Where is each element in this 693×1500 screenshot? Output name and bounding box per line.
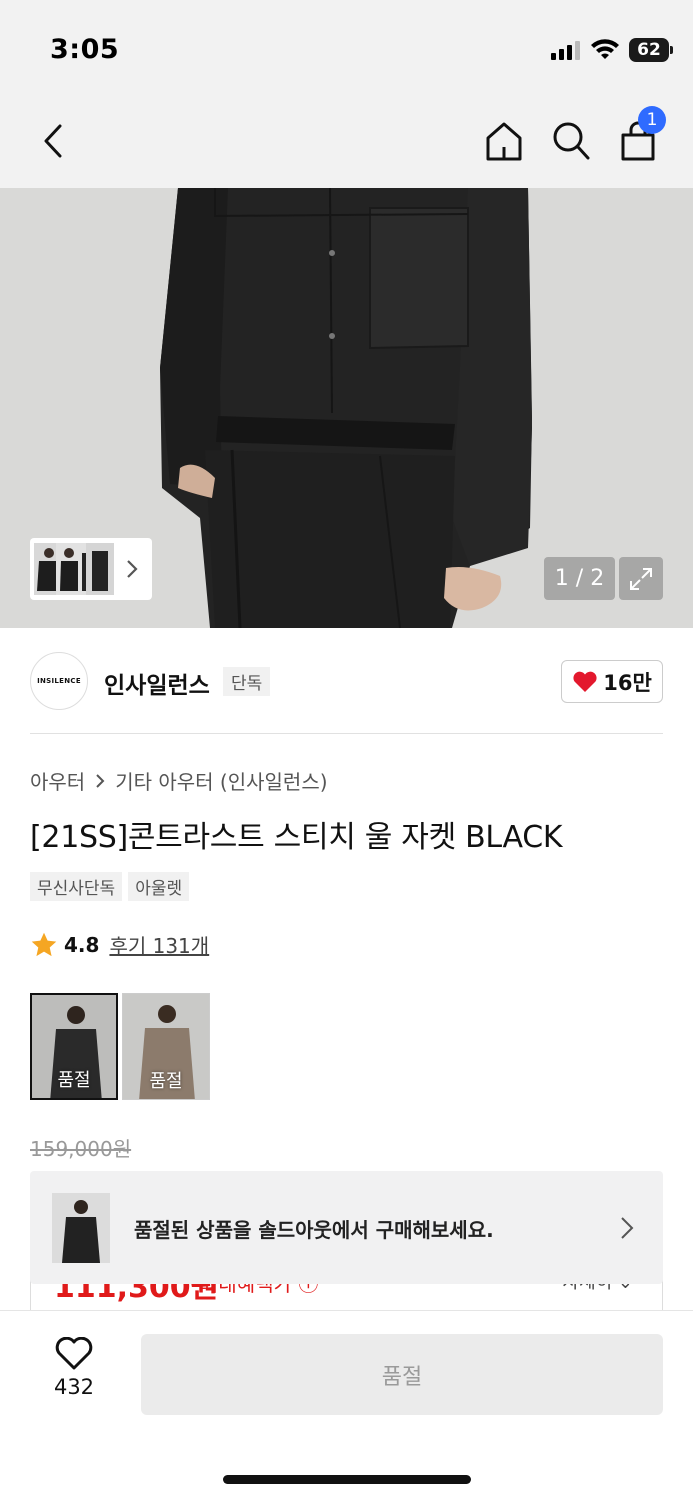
resale-thumbnail [52,1193,110,1263]
signal-icon [551,41,580,60]
product-tag: 무신사단독 [30,872,123,901]
top-nav: 1 [0,92,693,188]
status-bar: 3:05 62 [0,0,693,92]
brand-row: INSILENCE 인사일런스 단독 16만 [30,650,663,712]
breadcrumb-subcategory[interactable]: 기타 아우터 (인사일런스) [115,766,327,795]
chevron-right-icon [621,1217,634,1239]
product-title: [21SS]콘트라스트 스티치 울 자켓 BLACK [30,820,563,855]
divider [30,733,663,734]
chevron-right-icon [127,560,138,578]
original-price: 159,000원 [30,1137,132,1161]
brand-like-button[interactable]: 16만 [561,660,663,703]
brand-exclusive-tag: 단독 [223,667,271,696]
brand-name[interactable]: 인사일런스 [104,666,210,700]
chevron-right-icon [96,773,105,788]
brand-like-count: 16만 [603,670,652,695]
review-link[interactable]: 후기 131개 [109,930,209,959]
soldout-label: 품절 [149,1071,183,1092]
home-icon [486,122,522,161]
brand-logo[interactable]: INSILENCE [30,652,88,710]
breadcrumb: 아우터 기타 아우터 (인사일런스) [30,766,328,795]
resale-text: 품절된 상품을 솔드아웃에서 구매해보세요. [134,1218,494,1242]
product-tag: 아울렛 [128,872,190,901]
search-button[interactable] [551,120,591,162]
heart-icon [573,671,597,692]
product-image[interactable]: 1 / 2 [0,188,693,628]
star-icon [31,932,57,956]
back-icon [44,124,62,158]
bottom-action-bar: 432 품절 [0,1311,693,1500]
back-button[interactable] [36,122,70,160]
soldout-buy-button[interactable]: 품절 [141,1334,663,1415]
thumbnail-3[interactable] [86,543,114,595]
product-tags: 무신사단독 아울렛 [30,872,190,901]
image-counter: 1 / 2 [544,557,615,600]
expand-icon [630,567,652,590]
home-button[interactable] [484,120,524,162]
color-options: 품절 품절 [30,993,210,1100]
status-icons: 62 [551,36,673,64]
cart-button[interactable]: 1 [618,106,666,162]
rating: 4.8 후기 131개 [30,930,209,959]
expand-button[interactable] [619,557,663,600]
search-icon [553,122,590,160]
home-indicator [223,1475,471,1484]
breadcrumb-category[interactable]: 아우터 [30,766,85,795]
wifi-icon [591,39,619,59]
battery-icon: 62 [629,38,673,62]
wishlist-button[interactable]: 432 [30,1337,118,1407]
cart-count-badge: 1 [638,106,666,134]
heart-icon [55,1337,93,1370]
soldout-label: 품절 [57,1070,91,1091]
image-thumbnail-strip[interactable] [30,538,152,600]
rating-score: 4.8 [64,932,100,957]
wishlist-count: 432 [53,1375,95,1399]
color-option-black[interactable]: 품절 [30,993,118,1100]
status-time: 3:05 [50,34,120,65]
color-option-brown[interactable]: 품절 [122,993,210,1100]
soldout-resale-banner[interactable]: 품절된 상품을 솔드아웃에서 구매해보세요. [30,1171,663,1284]
